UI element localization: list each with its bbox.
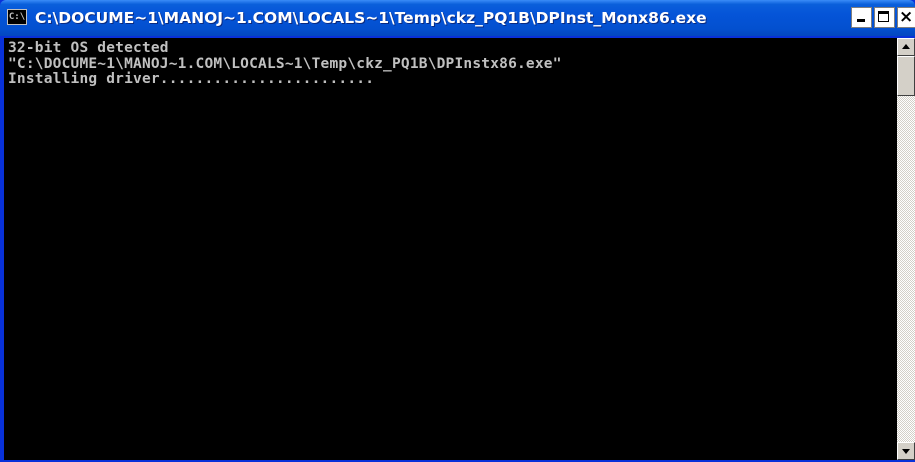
- console-line: Installing driver.......................…: [8, 71, 375, 87]
- vertical-scrollbar[interactable]: [897, 38, 915, 460]
- title-bar[interactable]: C:\ C:\DOCUME~1\MANOJ~1.COM\LOCALS~1\Tem…: [0, 0, 915, 36]
- console-line: 32-bit OS detected: [8, 40, 169, 56]
- console-output[interactable]: 32-bit OS detected "C:\DOCUME~1\MANOJ~1.C…: [4, 38, 897, 460]
- window-title: C:\DOCUME~1\MANOJ~1.COM\LOCALS~1\Temp\ck…: [35, 9, 707, 27]
- console-window: C:\ C:\DOCUME~1\MANOJ~1.COM\LOCALS~1\Tem…: [0, 0, 915, 462]
- maximize-button[interactable]: [874, 7, 895, 28]
- arrow-up-icon: [902, 44, 910, 49]
- close-icon: ×: [899, 7, 914, 27]
- console-text: 32-bit OS detected "C:\DOCUME~1\MANOJ~1.C…: [4, 38, 897, 88]
- minimize-button[interactable]: [851, 7, 872, 28]
- arrow-down-icon: [902, 449, 910, 454]
- scrollbar-thumb[interactable]: [897, 56, 915, 96]
- scroll-up-button[interactable]: [897, 38, 915, 56]
- console-line: "C:\DOCUME~1\MANOJ~1.COM\LOCALS~1\Temp\c…: [8, 55, 562, 72]
- scroll-down-button[interactable]: [897, 442, 915, 460]
- close-button[interactable]: ×: [897, 7, 915, 28]
- console-icon[interactable]: C:\: [7, 9, 27, 25]
